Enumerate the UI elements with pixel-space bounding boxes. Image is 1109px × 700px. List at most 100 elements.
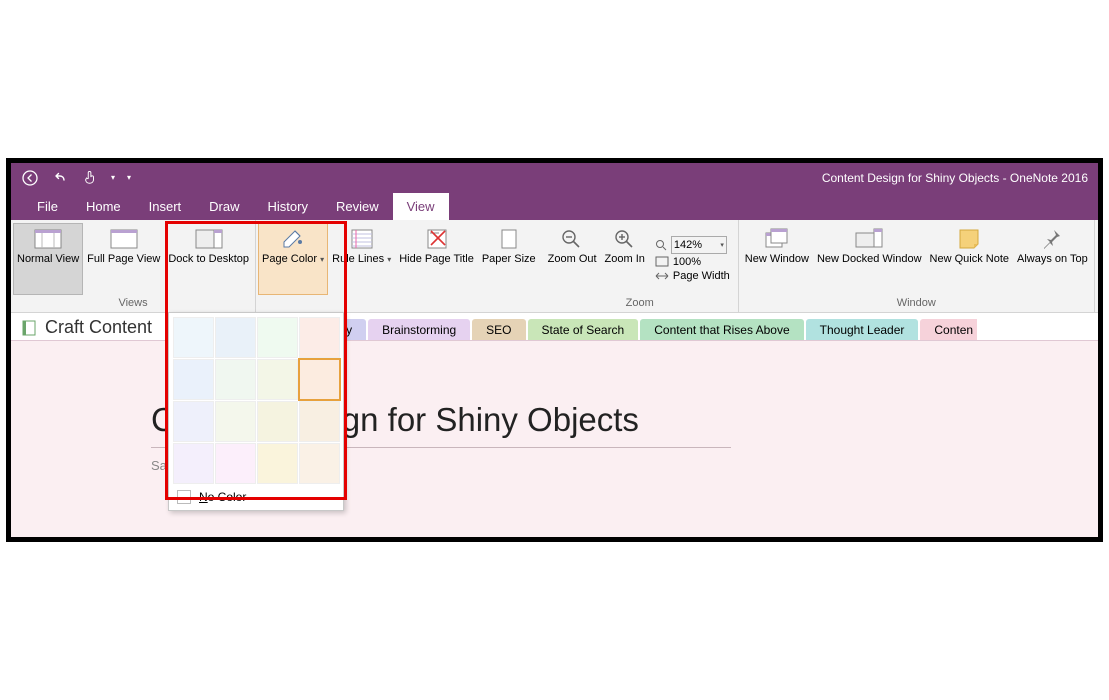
new-quick-note-label: New Quick Note xyxy=(930,253,1009,267)
no-color-label: o Color xyxy=(208,490,247,504)
group-window: New Window New Docked Window New Quick N… xyxy=(739,220,1095,312)
rect-icon xyxy=(655,256,669,268)
tab-history[interactable]: History xyxy=(254,193,322,220)
chevron-down-icon: ▾ xyxy=(720,241,724,249)
color-swatch[interactable] xyxy=(173,359,214,400)
dock-to-desktop-icon xyxy=(194,227,224,251)
ribbon: Normal View Full Page View Dock to Deskt… xyxy=(11,220,1098,313)
zoom-in-button[interactable]: Zoom In xyxy=(601,223,649,295)
color-swatch[interactable] xyxy=(257,359,298,400)
chevron-down-icon: ▾ xyxy=(387,255,391,264)
new-docked-window-label: New Docked Window xyxy=(817,253,922,267)
page-width-row[interactable]: Page Width xyxy=(655,270,730,282)
zoom-in-label: Zoom In xyxy=(605,253,645,267)
dock-to-desktop-button[interactable]: Dock to Desktop xyxy=(164,223,253,295)
new-docked-window-icon xyxy=(854,227,884,251)
color-swatch[interactable] xyxy=(215,443,256,484)
page-color-dropdown: No Color xyxy=(168,312,344,511)
hide-page-title-icon xyxy=(422,227,452,251)
hide-page-title-label: Hide Page Title xyxy=(399,253,474,267)
new-quick-note-button[interactable]: New Quick Note xyxy=(926,223,1013,295)
section-tab[interactable]: Brainstorming xyxy=(368,319,470,340)
tab-file[interactable]: File xyxy=(23,193,72,220)
rule-lines-button[interactable]: Rule Lines ▾ xyxy=(328,223,395,295)
zoom-out-button[interactable]: Zoom Out xyxy=(544,223,601,295)
qat-customize-caret-icon[interactable]: ▾ xyxy=(127,173,131,182)
full-page-view-icon xyxy=(109,227,139,251)
page-color-icon xyxy=(278,227,308,251)
color-swatch[interactable] xyxy=(299,443,340,484)
no-color-swatch-icon xyxy=(177,490,191,504)
back-button[interactable] xyxy=(21,169,39,187)
group-views: Normal View Full Page View Dock to Deskt… xyxy=(11,220,256,312)
chevron-down-icon: ▾ xyxy=(320,255,324,264)
tab-draw[interactable]: Draw xyxy=(195,193,253,220)
hide-page-title-button[interactable]: Hide Page Title xyxy=(395,223,478,295)
group-views-label: Views xyxy=(13,295,253,312)
touch-mode-caret-icon: ▾ xyxy=(111,173,115,182)
color-swatch[interactable] xyxy=(257,401,298,442)
notebook-dropdown[interactable]: Craft Content xyxy=(21,317,182,338)
color-swatch[interactable] xyxy=(215,359,256,400)
section-tab[interactable]: Conten xyxy=(920,319,977,340)
tab-review[interactable]: Review xyxy=(322,193,393,220)
notebook-name: Craft Content xyxy=(45,317,152,338)
new-window-button[interactable]: New Window xyxy=(741,223,813,295)
page-color-button[interactable]: Page Color ▾ xyxy=(258,223,328,295)
new-window-label: New Window xyxy=(745,253,809,267)
color-swatch[interactable] xyxy=(173,401,214,442)
color-swatch[interactable] xyxy=(173,317,214,358)
undo-button[interactable] xyxy=(51,169,69,187)
touch-mode-button[interactable] xyxy=(81,169,99,187)
color-swatch-grid xyxy=(173,317,339,484)
rule-lines-icon xyxy=(347,227,377,251)
color-swatch[interactable] xyxy=(257,317,298,358)
normal-view-button[interactable]: Normal View xyxy=(13,223,83,295)
ribbon-tab-row: File Home Insert Draw History Review Vie… xyxy=(11,192,1098,220)
group-zoom: Zoom Out Zoom In 142%▾ xyxy=(542,220,739,312)
group-zoom-label: Zoom xyxy=(544,295,736,312)
full-page-view-label: Full Page View xyxy=(87,253,160,267)
tab-home[interactable]: Home xyxy=(72,193,135,220)
pin-icon xyxy=(1037,227,1067,251)
section-tab[interactable]: Content that Rises Above xyxy=(640,319,803,340)
magnifier-icon xyxy=(655,239,667,251)
tab-view[interactable]: View xyxy=(393,193,449,220)
rule-lines-label: Rule Lines xyxy=(332,253,384,265)
zoom-100-row[interactable]: 100% xyxy=(655,256,730,268)
zoom-out-icon xyxy=(557,227,587,251)
tab-insert[interactable]: Insert xyxy=(135,193,196,220)
section-tab[interactable]: Thought Leader xyxy=(806,319,919,340)
section-tab[interactable]: SEO xyxy=(472,319,525,340)
normal-view-label: Normal View xyxy=(17,253,79,267)
full-page-view-button[interactable]: Full Page View xyxy=(83,223,164,295)
group-window-label: Window xyxy=(741,295,1092,312)
always-on-top-label: Always on Top xyxy=(1017,253,1088,267)
new-docked-window-button[interactable]: New Docked Window xyxy=(813,223,926,295)
zoom-100-label: 100% xyxy=(673,256,701,268)
no-color-option[interactable]: No Color xyxy=(173,484,339,506)
zoom-in-icon xyxy=(610,227,640,251)
quick-access-toolbar: ▾ ▾ xyxy=(11,169,131,187)
paper-size-button[interactable]: Paper Size xyxy=(478,223,540,295)
color-swatch[interactable] xyxy=(215,317,256,358)
group-page-setup: Page Color ▾ Rule Lines ▾ Hide Page Titl… xyxy=(256,220,542,312)
color-swatch[interactable] xyxy=(299,317,340,358)
section-tab[interactable]: State of Search xyxy=(528,319,639,340)
window-title: Content Design for Shiny Objects - OneNo… xyxy=(822,171,1088,185)
quick-note-icon xyxy=(954,227,984,251)
zoom-out-label: Zoom Out xyxy=(548,253,597,267)
page-width-icon xyxy=(655,270,669,282)
color-swatch[interactable] xyxy=(299,359,340,400)
color-swatch[interactable] xyxy=(299,401,340,442)
always-on-top-button[interactable]: Always on Top xyxy=(1013,223,1092,295)
color-swatch[interactable] xyxy=(257,443,298,484)
zoom-controls: 142%▾ 100% Page Width xyxy=(649,223,736,295)
zoom-value-field[interactable]: 142%▾ xyxy=(671,236,727,254)
notebook-icon xyxy=(21,319,39,337)
paper-size-icon xyxy=(494,227,524,251)
dock-to-desktop-label: Dock to Desktop xyxy=(168,253,249,267)
color-swatch[interactable] xyxy=(215,401,256,442)
paper-size-label: Paper Size xyxy=(482,253,536,267)
color-swatch[interactable] xyxy=(173,443,214,484)
